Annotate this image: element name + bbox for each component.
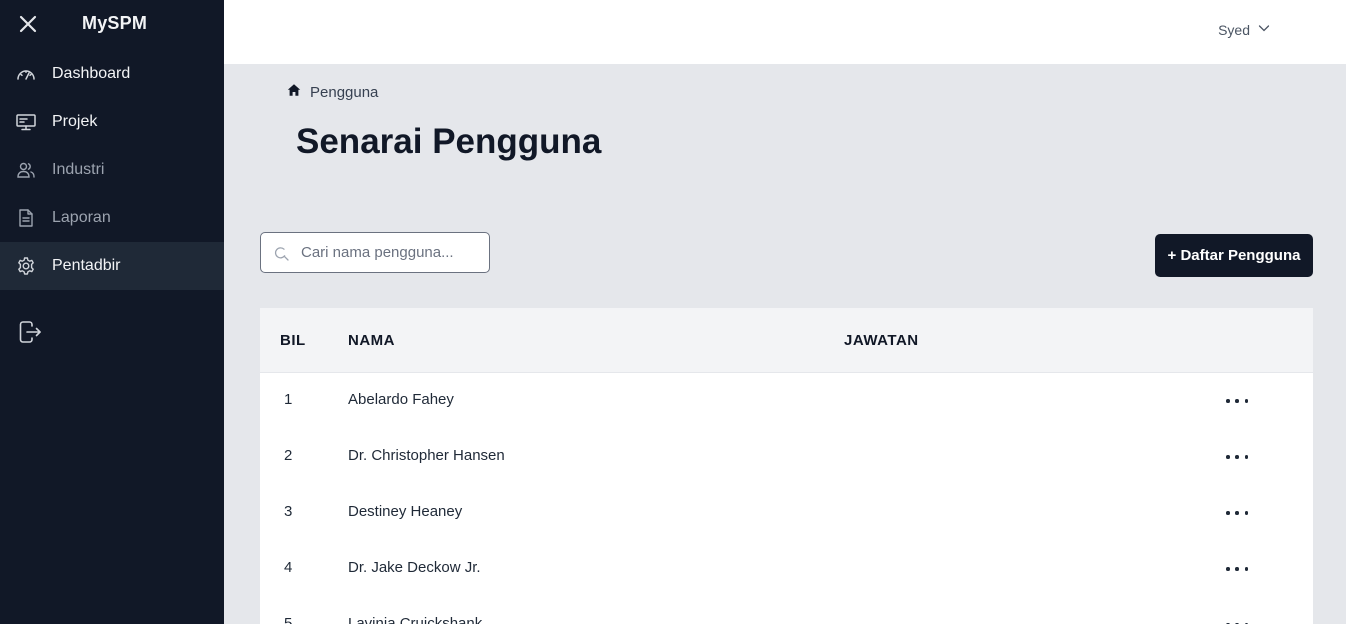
sidebar-item-laporan[interactable]: Laporan (0, 194, 224, 242)
monitor-icon (16, 112, 36, 132)
table-row[interactable]: 3 Destiney Heaney (260, 485, 1313, 541)
user-menu[interactable]: Syed (1218, 21, 1270, 39)
search-icon (274, 246, 290, 267)
more-options-icon[interactable] (1226, 449, 1248, 465)
column-header-jawatan[interactable]: JAWATAN (844, 332, 919, 349)
top-bar: Syed (224, 0, 1346, 64)
cell-nama: Dr. Christopher Hansen (348, 447, 505, 464)
document-icon (16, 208, 36, 228)
search-box (260, 232, 490, 273)
cell-nama: Abelardo Fahey (348, 391, 454, 408)
logout-icon[interactable] (18, 320, 42, 344)
more-options-icon[interactable] (1226, 393, 1248, 409)
gear-icon (16, 256, 36, 276)
table-row[interactable]: 2 Dr. Christopher Hansen (260, 429, 1313, 485)
cell-bil: 5 (284, 615, 293, 624)
cell-bil: 4 (284, 559, 293, 576)
sidebar-item-pentadbir[interactable]: Pentadbir (0, 242, 224, 290)
sidebar-item-projek[interactable]: Projek (0, 98, 224, 146)
table-row[interactable]: 5 Lavinia Cruickshank (260, 597, 1313, 624)
cell-nama: Dr. Jake Deckow Jr. (348, 559, 481, 576)
gauge-icon (16, 64, 36, 84)
sidebar-item-label: Laporan (52, 209, 111, 226)
sidebar-item-dashboard[interactable]: Dashboard (0, 50, 224, 98)
search-input[interactable] (301, 244, 481, 261)
more-options-icon[interactable] (1226, 505, 1248, 521)
breadcrumb: Pengguna (287, 83, 378, 102)
sidebar-nav: Dashboard Projek Industri Laporan Pentad… (0, 50, 224, 290)
sidebar-item-industri[interactable]: Industri (0, 146, 224, 194)
cell-nama: Destiney Heaney (348, 503, 463, 520)
app-title: MySPM (82, 13, 148, 33)
sidebar-item-label: Projek (52, 113, 98, 130)
cell-bil: 1 (284, 391, 293, 408)
sidebar-item-label: Industri (52, 161, 105, 178)
cell-nama: Lavinia Cruickshank (348, 615, 483, 624)
cell-bil: 2 (284, 447, 293, 464)
cell-bil: 3 (284, 503, 293, 520)
user-name: Syed (1218, 22, 1250, 38)
breadcrumb-item[interactable]: Pengguna (310, 84, 378, 101)
sidebar-item-label: Pentadbir (52, 257, 121, 274)
table-row[interactable]: 1 Abelardo Fahey (260, 373, 1313, 429)
add-user-button[interactable]: + Daftar Pengguna (1155, 234, 1313, 277)
more-options-icon[interactable] (1226, 561, 1248, 577)
more-options-icon[interactable] (1226, 617, 1248, 624)
users-icon (16, 160, 36, 180)
column-header-bil[interactable]: BIL (280, 332, 306, 349)
sidebar-item-label: Dashboard (52, 65, 131, 82)
page-title: Senarai Pengguna (296, 122, 602, 161)
table-row[interactable]: 4 Dr. Jake Deckow Jr. (260, 541, 1313, 597)
close-icon[interactable] (17, 13, 39, 35)
table-header: BIL NAMA JAWATAN (260, 308, 1313, 373)
sidebar: MySPM Dashboard Projek Industri Laporan (0, 0, 224, 624)
sidebar-header: MySPM (0, 0, 224, 48)
users-table: BIL NAMA JAWATAN 1 Abelardo Fahey 2 Dr. … (260, 308, 1313, 624)
chevron-down-icon (1258, 21, 1270, 39)
column-header-nama[interactable]: NAMA (348, 332, 395, 349)
home-icon[interactable] (287, 83, 301, 102)
